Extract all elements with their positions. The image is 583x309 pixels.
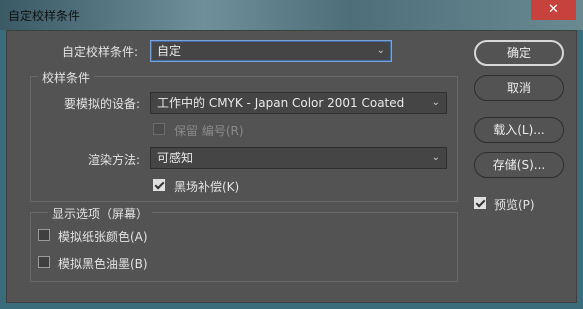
window-border-bottom xyxy=(0,303,583,309)
rendering-intent-value: 可感知 xyxy=(157,151,194,165)
cancel-button[interactable]: 取消 xyxy=(474,75,564,101)
close-icon: ✕ xyxy=(548,2,559,17)
device-label: 要模拟的设备: xyxy=(64,97,141,111)
load-button[interactable]: 载入(L)... xyxy=(474,117,564,143)
simulate-paper-checkbox[interactable] xyxy=(38,229,50,241)
save-button[interactable]: 存储(S)... xyxy=(474,152,564,178)
simulate-black-label: 模拟黑色油墨(B) xyxy=(58,257,148,271)
close-button[interactable]: ✕ xyxy=(531,0,576,20)
preserve-numbers-checkbox[interactable] xyxy=(153,123,165,135)
chevron-down-icon: ⌄ xyxy=(431,152,440,163)
simulate-black-checkbox[interactable] xyxy=(38,256,50,268)
window-title: 自定校样条件 xyxy=(8,9,81,23)
preview-label: 预览(P) xyxy=(494,198,535,212)
custom-condition-label: 自定校样条件: xyxy=(62,45,139,59)
device-select[interactable]: 工作中的 CMYK - Japan Color 2001 Coated ⌄ xyxy=(150,92,447,114)
chevron-down-icon: ⌄ xyxy=(376,45,385,56)
preview-checkbox[interactable] xyxy=(474,197,486,209)
rendering-intent-label: 渲染方法: xyxy=(88,153,141,167)
rendering-intent-select[interactable]: 可感知 ⌄ xyxy=(150,147,447,169)
black-point-label: 黑场补偿(K) xyxy=(174,180,240,194)
custom-condition-value: 自定 xyxy=(157,44,182,58)
window-border-right xyxy=(577,30,583,309)
chevron-down-icon: ⌄ xyxy=(431,97,440,108)
simulate-paper-label: 模拟纸张颜色(A) xyxy=(58,230,148,244)
custom-condition-select[interactable]: 自定 ⌄ xyxy=(150,40,392,62)
preserve-numbers-label: 保留 编号(R) xyxy=(174,124,244,138)
proof-conditions-title: 校样条件 xyxy=(38,69,95,86)
ok-button[interactable]: 确定 xyxy=(474,40,564,66)
title-bar: 自定校样条件 ✕ xyxy=(0,0,583,30)
black-point-checkbox[interactable] xyxy=(153,179,165,191)
display-options-title: 显示选项（屏幕） xyxy=(48,205,153,222)
device-value: 工作中的 CMYK - Japan Color 2001 Coated xyxy=(157,96,405,110)
